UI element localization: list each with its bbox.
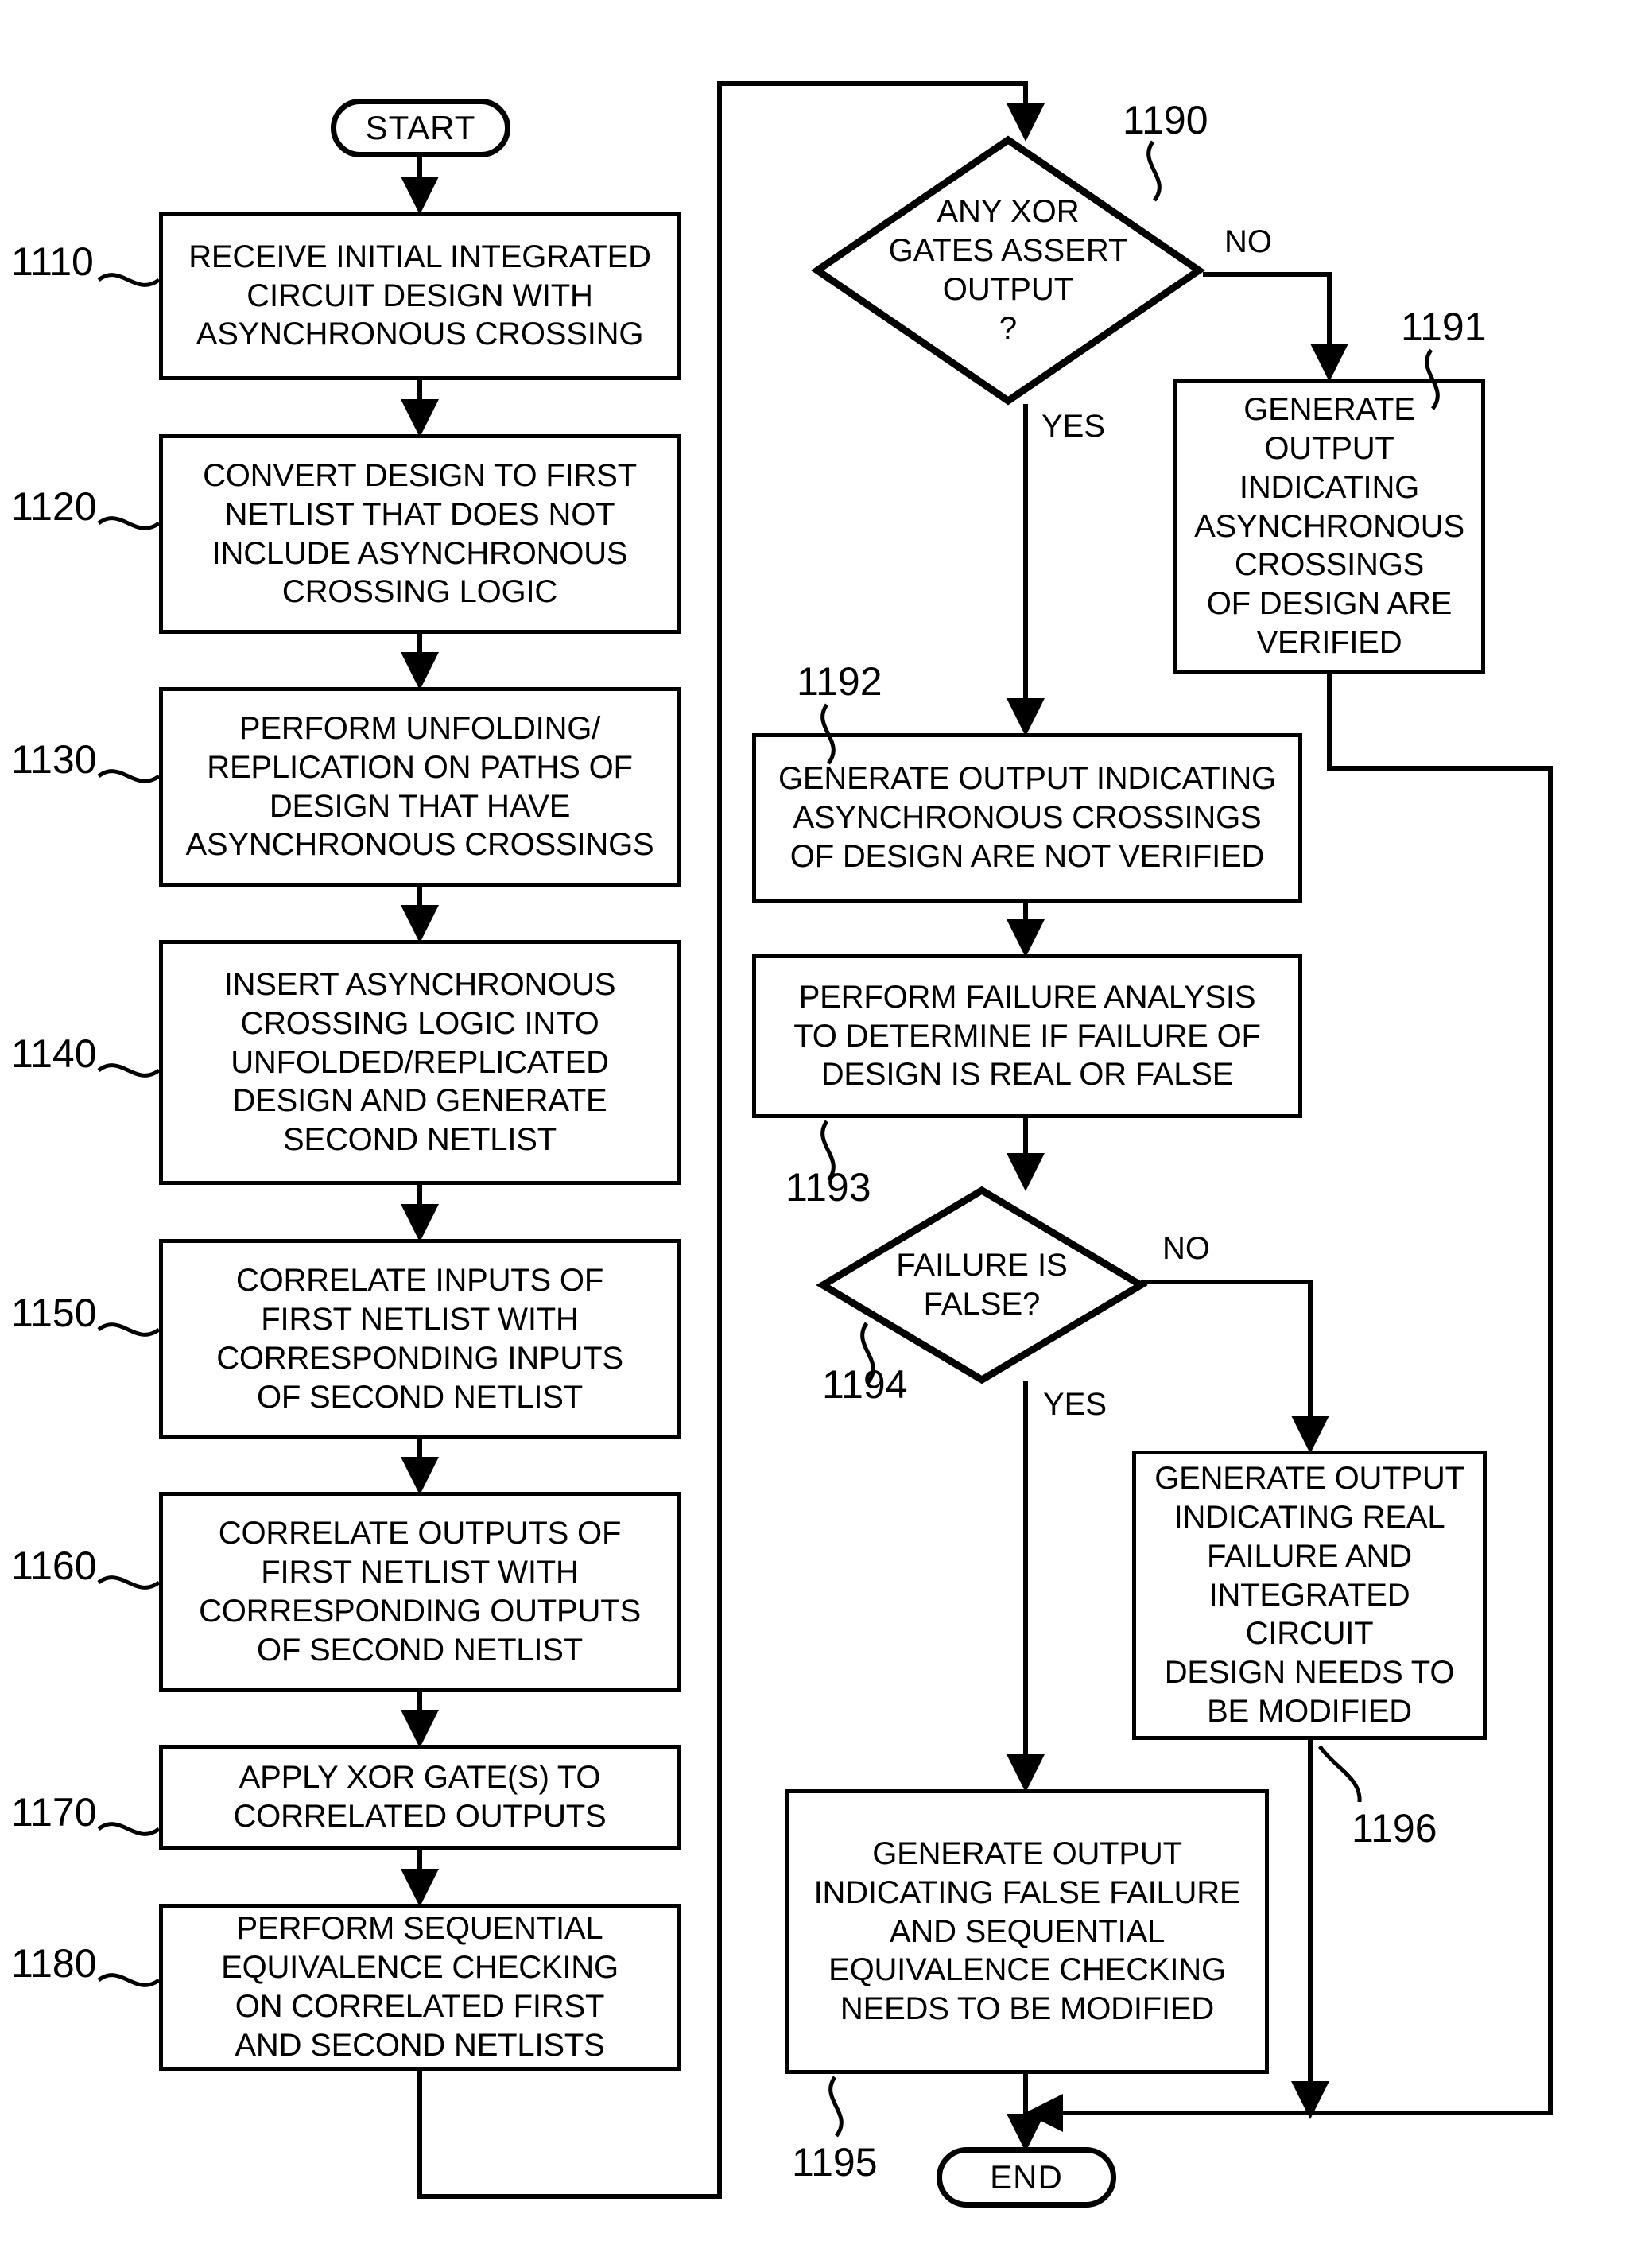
process-box-1160: CORRELATE OUTPUTS OF FIRST NETLIST WITH … (159, 1492, 681, 1692)
decision-diamond-1194: FAILURE IS FALSE? (816, 1186, 1148, 1384)
start-terminal: START (331, 99, 510, 157)
process-box-1170: APPLY XOR GATE(S) TO CORRELATED OUTPUTS (159, 1745, 681, 1850)
process-text-1195: GENERATE OUTPUT INDICATING FALSE FAILURE… (813, 1836, 1241, 2027)
decision-text-1194: FAILURE IS FALSE? (896, 1248, 1068, 1322)
process-text-1140: INSERT ASYNCHRONOUS CROSSING LOGIC INTO … (223, 967, 616, 1158)
process-box-1193: PERFORM FAILURE ANALYSIS TO DETERMINE IF… (752, 954, 1302, 1118)
process-box-1130: PERFORM UNFOLDING/ REPLICATION ON PATHS … (159, 687, 681, 887)
decision-diamond-1190: ANY XOR GATES ASSERT OUTPUT ? (811, 135, 1205, 406)
leader-1160 (97, 1575, 161, 1590)
process-text-1150: CORRELATE INPUTS OF FIRST NETLIST WITH C… (216, 1263, 623, 1415)
edge-1194-no-to-1196 (1141, 1280, 1329, 1454)
ref-numeral-1192: 1192 (797, 659, 882, 704)
leader-1170 (97, 1822, 161, 1836)
process-text-1191: GENERATE OUTPUT INDICATING ASYNCHRONOUS … (1194, 392, 1464, 660)
ref-numeral-1140: 1140 (11, 1031, 97, 1076)
ref-numeral-1180: 1180 (11, 1941, 97, 1986)
end-terminal: END (937, 2147, 1116, 2208)
process-box-1180: PERFORM SEQUENTIAL EQUIVALENCE CHECKING … (159, 1904, 681, 2071)
edge-label-failure-no: NO (1162, 1231, 1210, 1266)
leader-1140 (97, 1063, 161, 1078)
leader-1195 (828, 2076, 844, 2138)
flowchart-canvas: START END RECEIVE INITIAL INTEGRATED CIR… (0, 0, 1633, 2268)
process-text-1192: GENERATE OUTPUT INDICATING ASYNCHRONOUS … (778, 761, 1276, 874)
process-box-1196: GENERATE OUTPUT INDICATING REAL FAILURE … (1132, 1451, 1487, 1740)
decision-text-1190: ANY XOR GATES ASSERT OUTPUT ? (888, 194, 1128, 346)
leader-1110 (97, 273, 161, 287)
ref-numeral-1193: 1193 (785, 1165, 871, 1210)
ref-numeral-1190: 1190 (1123, 98, 1208, 142)
end-label: END (990, 2158, 1063, 2196)
ref-numeral-1195: 1195 (792, 2140, 878, 2185)
process-box-1191: GENERATE OUTPUT INDICATING ASYNCHRONOUS … (1173, 379, 1485, 674)
process-text-1110: RECEIVE INITIAL INTEGRATED CIRCUIT DESIG… (188, 239, 651, 352)
edge-label-xor-no: NO (1224, 224, 1272, 259)
process-text-1120: CONVERT DESIGN TO FIRST NETLIST THAT DOE… (203, 457, 637, 610)
process-box-1120: CONVERT DESIGN TO FIRST NETLIST THAT DOE… (159, 434, 681, 634)
process-text-1170: APPLY XOR GATE(S) TO CORRELATED OUTPUTS (233, 1760, 607, 1834)
ref-numeral-1160: 1160 (11, 1544, 97, 1588)
ref-numeral-1150: 1150 (11, 1291, 97, 1335)
process-box-1140: INSERT ASYNCHRONOUS CROSSING LOGIC INTO … (159, 940, 681, 1185)
edge-label-failure-yes: YES (1043, 1387, 1107, 1422)
process-text-1196: GENERATE OUTPUT INDICATING REAL FAILURE … (1154, 1461, 1464, 1729)
process-box-1110: RECEIVE INITIAL INTEGRATED CIRCUIT DESIG… (159, 212, 681, 380)
leader-1130 (97, 769, 161, 783)
process-text-1160: CORRELATE OUTPUTS OF FIRST NETLIST WITH … (199, 1516, 641, 1668)
ref-numeral-1110: 1110 (11, 239, 94, 284)
leader-1180 (97, 1973, 161, 1987)
leader-1120 (97, 516, 161, 530)
edge-label-xor-yes: YES (1041, 409, 1106, 444)
ref-numeral-1130: 1130 (11, 737, 97, 782)
process-text-1180: PERFORM SEQUENTIAL EQUIVALENCE CHECKING … (221, 1911, 619, 2063)
ref-numeral-1120: 1120 (11, 484, 97, 529)
leader-1196 (1317, 1745, 1362, 1803)
leader-1150 (97, 1322, 161, 1337)
process-text-1193: PERFORM FAILURE ANALYSIS TO DETERMINE IF… (793, 979, 1261, 1093)
process-box-1192: GENERATE OUTPUT INDICATING ASYNCHRONOUS … (752, 733, 1302, 903)
process-box-1150: CORRELATE INPUTS OF FIRST NETLIST WITH C… (159, 1239, 681, 1439)
process-text-1130: PERFORM UNFOLDING/ REPLICATION ON PATHS … (185, 710, 654, 863)
ref-numeral-1191: 1191 (1401, 305, 1487, 349)
start-label: START (365, 109, 476, 146)
ref-numeral-1196: 1196 (1352, 1806, 1437, 1851)
ref-numeral-1170: 1170 (11, 1790, 97, 1835)
edge-1190-no-to-1191 (1203, 272, 1348, 382)
ref-numeral-1194: 1194 (822, 1362, 908, 1407)
process-box-1195: GENERATE OUTPUT INDICATING FALSE FAILURE… (785, 1789, 1269, 2074)
